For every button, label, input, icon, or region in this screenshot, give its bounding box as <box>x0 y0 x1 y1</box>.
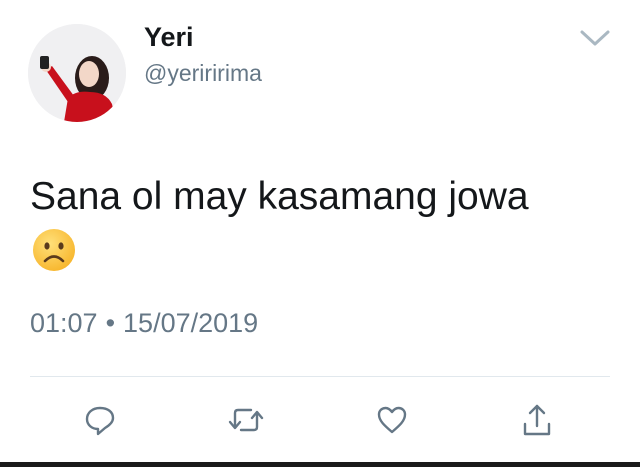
tweet-text: Sana ol may kasamang jowa <box>30 175 529 218</box>
frowning-face-emoji <box>32 228 76 272</box>
avatar[interactable] <box>28 24 126 122</box>
retweet-icon[interactable] <box>226 400 266 440</box>
user-handle[interactable]: @yeriririma <box>144 60 262 87</box>
divider <box>30 376 610 377</box>
chevron-down-icon[interactable] <box>578 26 612 50</box>
tweet-timestamp[interactable]: 01:07 • 15/07/2019 <box>30 308 258 339</box>
reply-icon[interactable] <box>80 400 120 440</box>
heart-icon[interactable] <box>372 400 412 440</box>
tweet-time: 01:07 <box>30 308 98 338</box>
bottom-border <box>0 462 640 467</box>
share-icon[interactable] <box>517 400 557 440</box>
avatar-photo <box>28 24 126 122</box>
tweet-date: 15/07/2019 <box>123 308 259 338</box>
tweet-card: Yeri @yeriririma Sana ol may kasamang jo… <box>0 0 640 467</box>
display-name[interactable]: Yeri <box>144 22 194 53</box>
timestamp-separator: • <box>105 308 116 338</box>
